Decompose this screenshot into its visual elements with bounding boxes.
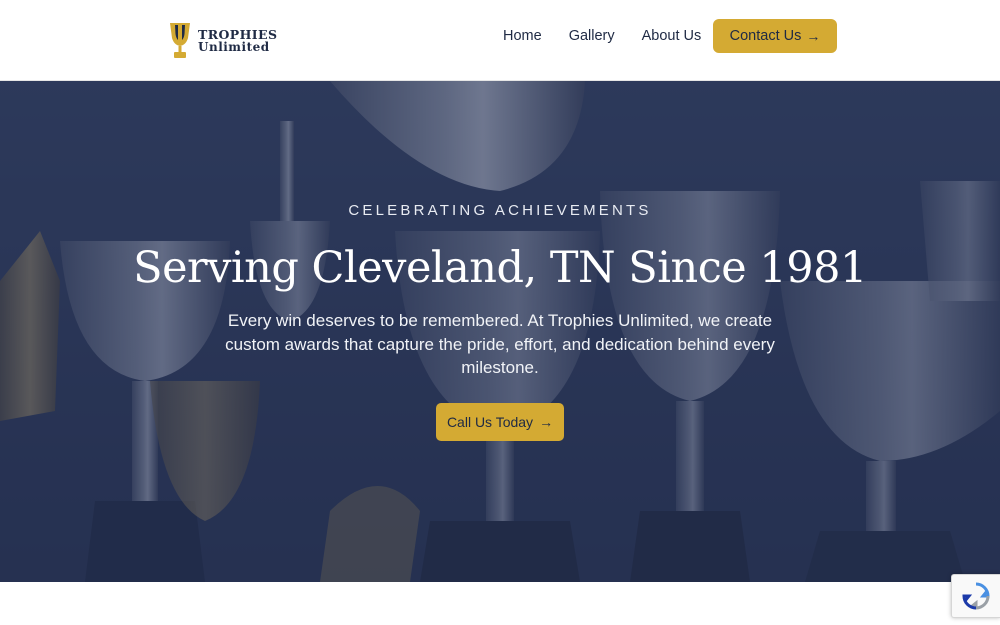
hero-subtext: Every win deserves to be remembered. At …	[225, 311, 775, 377]
site-header: TROPHIES Unlimited Home Gallery About Us…	[0, 0, 1000, 81]
hero-content: CELEBRATING ACHIEVEMENTS Serving Clevela…	[0, 81, 1000, 582]
hero-headline: Serving Cleveland, TN Since 1981	[133, 243, 867, 293]
main-nav: Home Gallery About Us	[503, 28, 728, 44]
contact-us-label: Contact Us	[729, 28, 802, 44]
hero-section: CELEBRATING ACHIEVEMENTS Serving Clevela…	[0, 81, 1000, 582]
contact-us-button[interactable]: Contact Us →	[713, 19, 837, 53]
trophy-icon	[170, 23, 190, 58]
arrow-right-icon: →	[806, 28, 821, 44]
content-section	[0, 582, 1000, 625]
nav-home[interactable]: Home	[503, 28, 542, 44]
call-us-today-label: Call Us Today	[446, 414, 534, 430]
nav-about-us[interactable]: About Us	[642, 28, 702, 44]
logo-wordmark: TROPHIES Unlimited	[198, 28, 277, 54]
nav-gallery[interactable]: Gallery	[569, 28, 615, 44]
call-us-today-button[interactable]: Call Us Today →	[436, 403, 564, 441]
arrow-right-icon: →	[539, 414, 554, 430]
recaptcha-badge[interactable]	[951, 574, 1000, 618]
hero-eyebrow: CELEBRATING ACHIEVEMENTS	[348, 202, 652, 219]
recaptcha-icon	[962, 582, 990, 610]
logo-line-2: Unlimited	[198, 40, 270, 54]
site-logo[interactable]: TROPHIES Unlimited	[168, 22, 277, 60]
